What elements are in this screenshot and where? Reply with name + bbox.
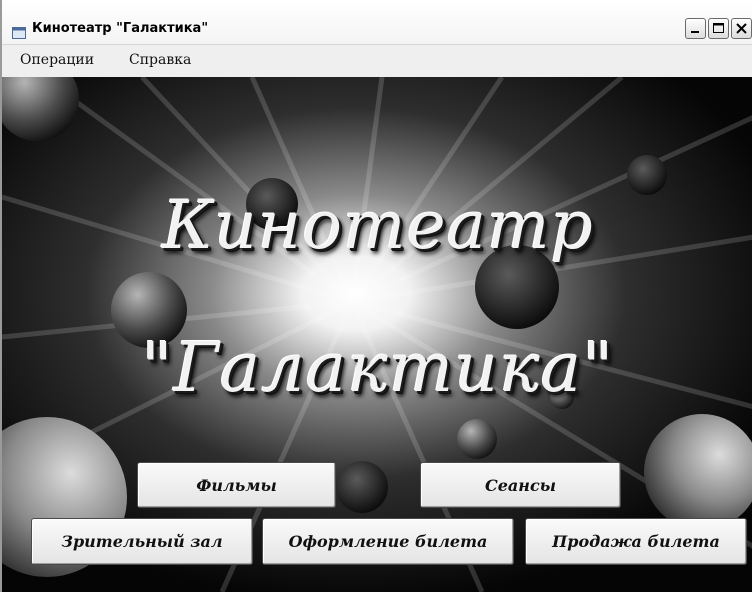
ticket-registration-button[interactable]: Оформление билета bbox=[262, 518, 514, 565]
title-bar[interactable]: Кинотеатр "Галактика" bbox=[2, 0, 752, 45]
app-window-icon bbox=[12, 24, 26, 39]
menu-bar: Операции Справка bbox=[2, 45, 752, 77]
banner-title-line1: Кинотеатр bbox=[162, 187, 594, 264]
hall-button[interactable]: Зрительный зал bbox=[31, 518, 253, 565]
window-title: Кинотеатр "Галактика" bbox=[32, 21, 209, 36]
ticket-sale-button[interactable]: Продажа билета bbox=[525, 518, 747, 565]
app-window: Кинотеатр "Галактика" Операции Справка К… bbox=[0, 0, 752, 592]
banner-title-line2: "Галактика" bbox=[141, 329, 615, 408]
minimize-icon bbox=[691, 31, 699, 33]
main-panel: Кинотеатр "Галактика" Фильмы Сеансы Зрит… bbox=[2, 77, 752, 592]
maximize-button[interactable] bbox=[708, 18, 729, 39]
menu-item-operations[interactable]: Операции bbox=[20, 52, 94, 68]
maximize-icon bbox=[713, 23, 724, 33]
sessions-button[interactable]: Сеансы bbox=[420, 462, 621, 508]
minimize-button[interactable] bbox=[685, 18, 706, 39]
menu-item-help[interactable]: Справка bbox=[129, 52, 191, 68]
close-button[interactable] bbox=[731, 18, 752, 39]
close-icon bbox=[736, 23, 747, 34]
films-button[interactable]: Фильмы bbox=[137, 462, 336, 508]
